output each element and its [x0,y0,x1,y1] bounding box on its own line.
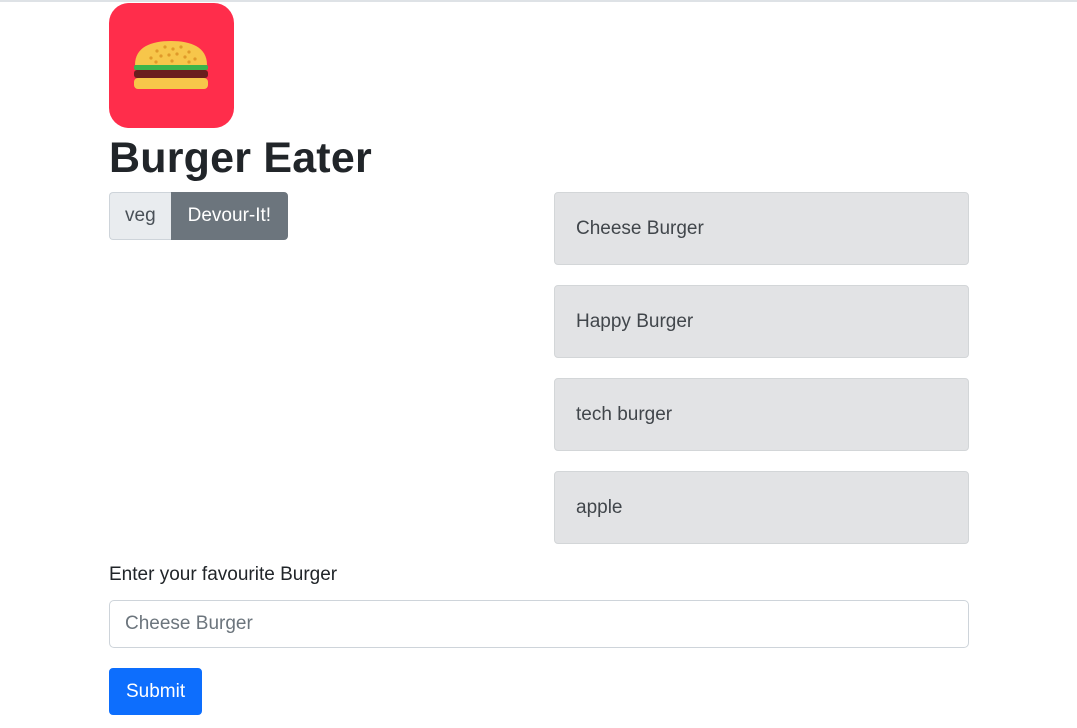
submit-button[interactable]: Submit [109,668,203,715]
main-container: Burger Eater veg Devour-It! Cheese Burge… [109,3,969,544]
page-title: Burger Eater [109,134,372,182]
burger-name-input[interactable] [109,600,969,648]
hamburger-icon [134,41,208,89]
app-logo [109,3,234,128]
burger-list-item[interactable]: Happy Burger [554,285,969,358]
burgers-row: veg Devour-It! Cheese Burger Happy Burge… [109,192,969,544]
burger-input-label: Enter your favourite Burger [109,564,338,585]
top-border [0,0,1077,2]
devour-it-button[interactable]: Devour-It! [170,192,289,240]
eaten-burger-name: veg [109,192,171,240]
burger-list-item[interactable]: tech burger [554,378,969,451]
burger-list-item[interactable]: apple [554,471,969,544]
eaten-burgers-column: veg Devour-It! [109,192,289,240]
burger-list-item[interactable]: Cheese Burger [554,192,969,265]
eaten-burger-item: veg Devour-It! [109,192,289,240]
burger-list: Cheese Burger Happy Burger tech burger a… [554,192,969,564]
